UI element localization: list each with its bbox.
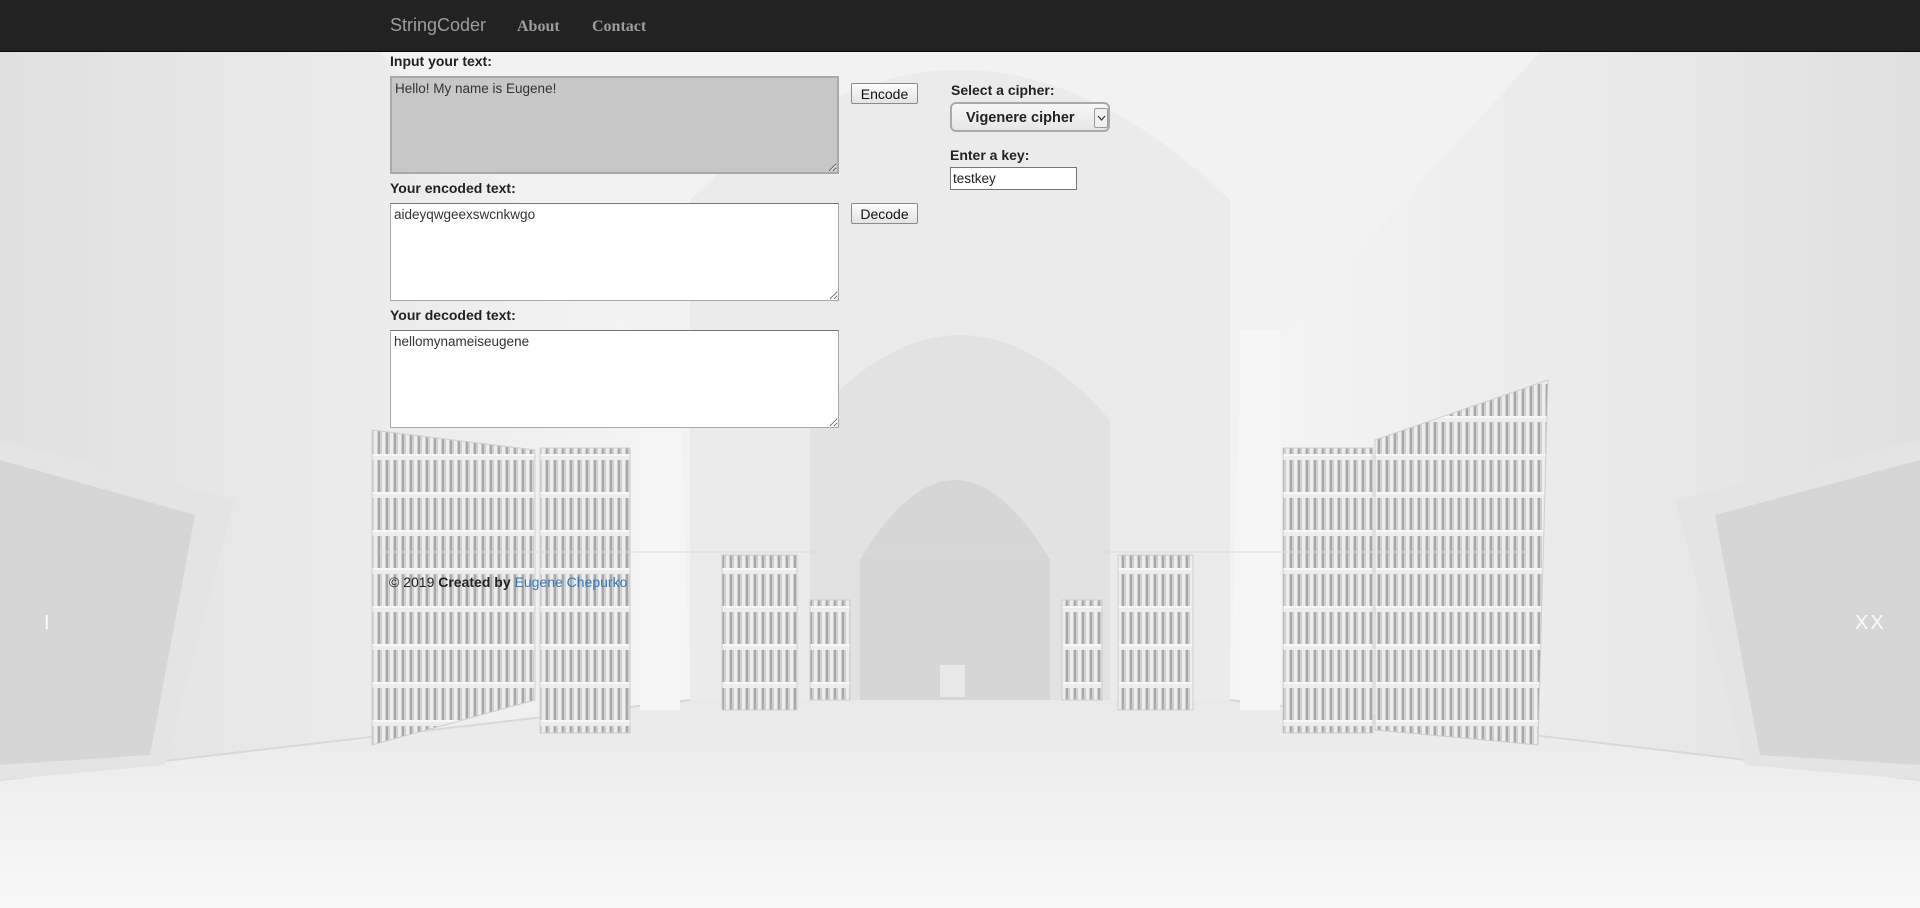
nav-link-about[interactable]: About	[517, 18, 560, 36]
decoded-textarea[interactable]: hellomynameiseugene	[390, 330, 839, 428]
input-textarea[interactable]: Hello! My name is Eugene!	[390, 76, 839, 174]
decoded-text-label: Your decoded text:	[390, 307, 516, 323]
nav-link-contact[interactable]: Contact	[592, 18, 646, 36]
top-navbar: StringCoder About Contact	[0, 0, 1920, 52]
cipher-select[interactable]: Vigenere cipher	[950, 102, 1110, 132]
footer-author-link[interactable]: Eugene Chepurko	[515, 574, 628, 590]
right-side-mark[interactable]: XX	[1855, 612, 1886, 635]
key-input-label: Enter a key:	[950, 147, 1030, 163]
brand-link[interactable]: StringCoder	[390, 15, 486, 36]
background-library-hall	[0, 0, 1920, 908]
chevron-down-icon[interactable]	[1094, 108, 1108, 128]
cipher-select-label: Select a cipher:	[951, 82, 1055, 98]
footer-copyright: © 2019	[389, 574, 435, 590]
footer-created-by: Created by	[438, 574, 511, 590]
left-side-mark[interactable]: I	[44, 612, 52, 635]
footer: © 2019 Created by Eugene Chepurko	[389, 574, 627, 590]
key-input[interactable]	[950, 167, 1077, 190]
encoded-text-label: Your encoded text:	[390, 180, 516, 196]
decode-button[interactable]: Decode	[851, 203, 918, 224]
encoded-textarea[interactable]: aideyqwgeexswcnkwgo	[390, 203, 839, 301]
input-text-label: Input your text:	[390, 53, 492, 69]
encode-button[interactable]: Encode	[851, 83, 918, 104]
cipher-select-value: Vigenere cipher	[966, 110, 1075, 126]
